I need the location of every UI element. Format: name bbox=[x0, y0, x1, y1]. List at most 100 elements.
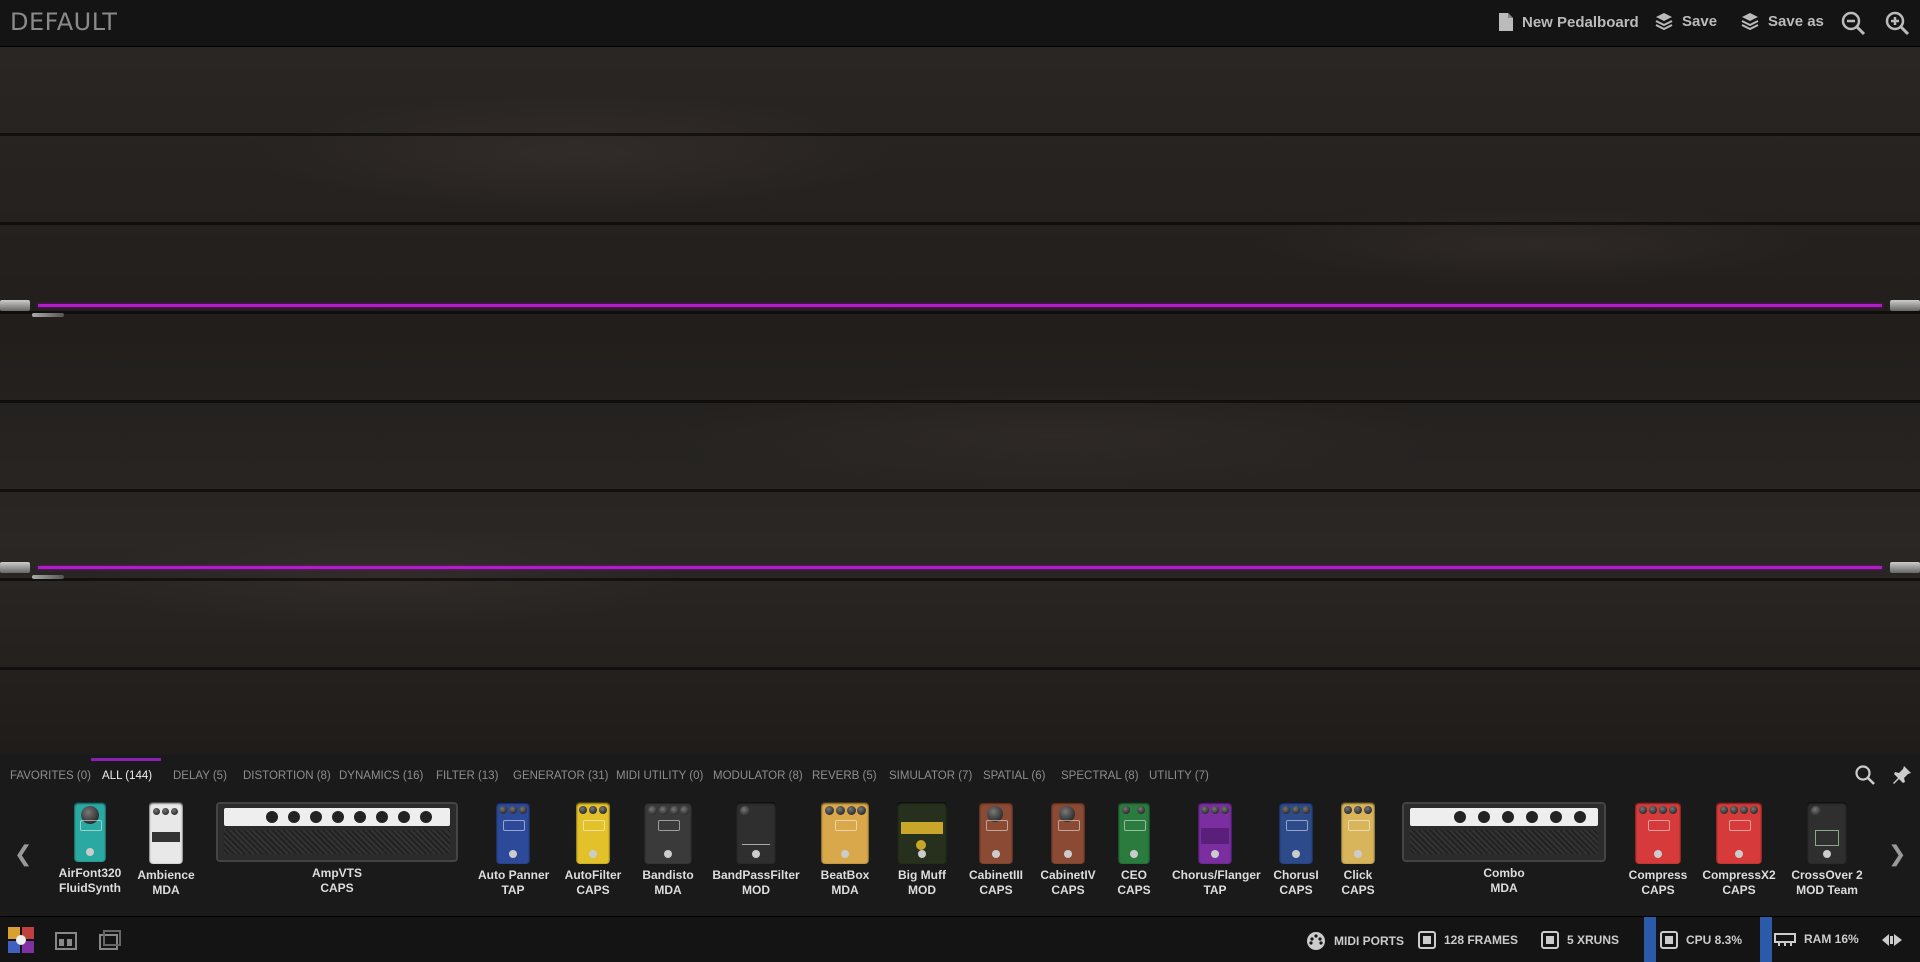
save-as-button[interactable]: Save as bbox=[1740, 12, 1824, 30]
pedal-thumbnail bbox=[1118, 802, 1150, 864]
plugin-name: CrossOver 2 bbox=[1791, 868, 1863, 882]
input-jack[interactable] bbox=[0, 300, 30, 311]
new-pedalboard-button[interactable]: New Pedalboard bbox=[1498, 12, 1639, 32]
plugin-compressx2[interactable]: CompressX2 CAPS bbox=[1702, 802, 1776, 897]
plugin-ceo[interactable]: CEO CAPS bbox=[1108, 802, 1160, 897]
plugin-author: CAPS bbox=[1341, 883, 1375, 897]
plugin-bandisto[interactable]: Bandisto MDA bbox=[637, 802, 699, 897]
bank-icon[interactable] bbox=[98, 929, 122, 951]
scroll-left-icon[interactable]: ❮ bbox=[14, 842, 32, 867]
plugin-big-muff[interactable]: Big Muff MOD bbox=[893, 802, 951, 897]
chip-icon bbox=[1541, 931, 1559, 949]
tab-midi-utility[interactable]: MIDI UTILITY (0) bbox=[616, 770, 703, 782]
pedal-thumbnail bbox=[496, 802, 530, 864]
transport-icon[interactable] bbox=[1880, 929, 1904, 951]
zoom-in-icon[interactable] bbox=[1884, 10, 1910, 36]
plugin-crossover-2[interactable]: CrossOver 2 MOD Team bbox=[1788, 802, 1866, 897]
pin-icon[interactable] bbox=[1891, 764, 1913, 786]
plugin-author: MDA bbox=[654, 883, 682, 897]
plugin-beatbox[interactable]: BeatBox MDA bbox=[817, 802, 873, 897]
plugin-click[interactable]: Click CAPS bbox=[1328, 802, 1388, 897]
tab-favorites[interactable]: FAVORITES (0) bbox=[10, 770, 91, 782]
plugin-name: Compress bbox=[1628, 868, 1688, 882]
midi-ports-button[interactable]: MIDI PORTS bbox=[1306, 931, 1404, 951]
plugin-ambience[interactable]: Ambience MDA bbox=[136, 802, 196, 897]
pedalboard-canvas[interactable] bbox=[0, 47, 1920, 754]
audio-cable-2[interactable] bbox=[0, 559, 1920, 579]
plugin-name: Bandisto bbox=[642, 868, 694, 882]
output-jack[interactable] bbox=[1890, 300, 1920, 311]
output-jack[interactable] bbox=[1890, 562, 1920, 573]
input-jack[interactable] bbox=[0, 562, 30, 573]
pedal-thumbnail bbox=[644, 802, 692, 864]
cpu-indicator: CPU 8.3% bbox=[1660, 931, 1742, 949]
xruns-indicator[interactable]: 5 XRUNS bbox=[1541, 931, 1619, 949]
save-button[interactable]: Save bbox=[1654, 12, 1717, 30]
plugin-name: CEO bbox=[1120, 868, 1147, 882]
plugin-cabinetiv[interactable]: CabinetIV CAPS bbox=[1038, 802, 1098, 897]
tab-distortion[interactable]: DISTORTION (8) bbox=[243, 770, 331, 782]
pedal-thumbnail bbox=[149, 802, 183, 864]
cpu-meter bbox=[1644, 917, 1656, 962]
tab-all[interactable]: ALL (144) bbox=[102, 770, 152, 782]
audio-cable-1[interactable] bbox=[0, 297, 1920, 317]
plugin-chorusi[interactable]: ChorusI CAPS bbox=[1265, 802, 1327, 897]
zoom-out-icon[interactable] bbox=[1840, 10, 1866, 36]
pedalboard-icon[interactable] bbox=[54, 929, 78, 951]
scroll-right-icon[interactable]: ❯ bbox=[1888, 842, 1906, 867]
plugin-cabinetiii[interactable]: CabinetIII CAPS bbox=[966, 802, 1026, 897]
app-logo-icon[interactable] bbox=[6, 925, 36, 955]
pedal-thumbnail bbox=[1716, 802, 1762, 864]
plugin-ampvts[interactable]: AmpVTS CAPS bbox=[216, 802, 458, 895]
pedal-thumbnail bbox=[1635, 802, 1681, 864]
tab-utility[interactable]: UTILITY (7) bbox=[1149, 770, 1209, 782]
plugin-author: CAPS bbox=[1641, 883, 1675, 897]
plugin-combo[interactable]: Combo MDA bbox=[1402, 802, 1606, 895]
plugin-name: Auto Panner bbox=[478, 868, 550, 882]
tab-generator[interactable]: GENERATOR (31) bbox=[513, 770, 608, 782]
cable-plug[interactable] bbox=[32, 575, 64, 579]
cpu-icon bbox=[1660, 931, 1678, 949]
cable-line bbox=[38, 566, 1882, 569]
plugin-name: BandPassFilter bbox=[712, 868, 800, 882]
plugin-autofilter[interactable]: AutoFilter CAPS bbox=[562, 802, 624, 897]
tab-spectral[interactable]: SPECTRAL (8) bbox=[1061, 770, 1139, 782]
tab-delay[interactable]: DELAY (5) bbox=[173, 770, 227, 782]
plugin-author: MOD bbox=[908, 883, 936, 897]
amp-thumbnail bbox=[216, 802, 458, 862]
tab-dynamics[interactable]: DYNAMICS (16) bbox=[339, 770, 423, 782]
tab-modulator[interactable]: MODULATOR (8) bbox=[713, 770, 803, 782]
plugin-name: Combo bbox=[1483, 866, 1525, 880]
save-icon bbox=[1655, 13, 1673, 30]
midi-icon bbox=[1307, 932, 1325, 950]
tab-reverb[interactable]: REVERB (5) bbox=[812, 770, 877, 782]
plugin-bandpassfilter[interactable]: BandPassFilter MOD bbox=[712, 802, 800, 897]
document-icon bbox=[1499, 13, 1513, 31]
cable-line bbox=[38, 304, 1882, 307]
plugin-auto-panner[interactable]: Auto Panner TAP bbox=[478, 802, 550, 897]
tab-spatial[interactable]: SPATIAL (6) bbox=[983, 770, 1045, 782]
plugin-airfont320[interactable]: AirFont320 FluidSynth bbox=[50, 802, 130, 895]
plugin-author: CAPS bbox=[576, 883, 610, 897]
frames-label: 128 FRAMES bbox=[1444, 933, 1519, 947]
plugin-author: MDA bbox=[831, 883, 859, 897]
search-icon[interactable] bbox=[1854, 764, 1876, 786]
ram-icon bbox=[1774, 933, 1796, 946]
plugin-chorus-flanger[interactable]: Chorus/Flanger TAP bbox=[1172, 802, 1261, 897]
plugin-category-tabs: FAVORITES (0) ALL (144) DELAY (5) DISTOR… bbox=[0, 754, 1920, 790]
save-as-icon bbox=[1741, 13, 1759, 30]
plugin-author: CAPS bbox=[1722, 883, 1756, 897]
pedal-thumbnail bbox=[821, 802, 869, 864]
status-bar: MIDI PORTS 128 FRAMES 5 XRUNS CPU 8.3% R… bbox=[0, 916, 1920, 962]
plugin-compress[interactable]: Compress CAPS bbox=[1628, 802, 1688, 897]
pedalboard-title: DEFAULT bbox=[10, 8, 118, 36]
plugin-name: Big Muff bbox=[898, 868, 946, 882]
new-pedalboard-label: New Pedalboard bbox=[1522, 13, 1639, 31]
cable-plug[interactable] bbox=[32, 313, 64, 317]
buffer-frames-button[interactable]: 128 FRAMES bbox=[1418, 931, 1518, 949]
amp-thumbnail bbox=[1402, 802, 1606, 862]
plugin-author: TAP bbox=[1203, 883, 1227, 897]
pedal-thumbnail bbox=[897, 802, 947, 864]
tab-filter[interactable]: FILTER (13) bbox=[436, 770, 498, 782]
tab-simulator[interactable]: SIMULATOR (7) bbox=[889, 770, 972, 782]
